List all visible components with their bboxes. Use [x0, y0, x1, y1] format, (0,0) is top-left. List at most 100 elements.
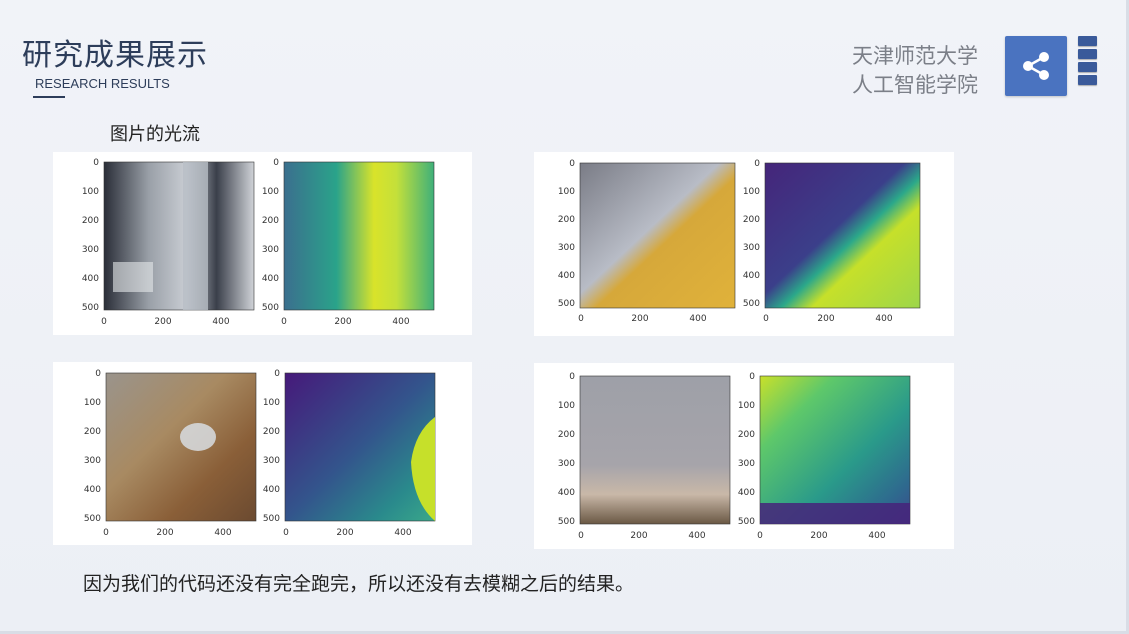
y-tick: 0	[274, 369, 280, 379]
y-tick: 400	[262, 274, 279, 284]
y-tick: 200	[738, 430, 755, 440]
panel-figure: 0 100 200 300 400 500 0 200 400 0 100 20…	[558, 159, 921, 324]
y-tick: 0	[749, 372, 755, 382]
x-tick: 0	[281, 317, 287, 327]
x-tick: 400	[868, 531, 885, 541]
x-tick: 0	[763, 314, 769, 324]
bar	[1078, 62, 1097, 72]
y-tick: 0	[93, 158, 99, 168]
x-tick: 400	[689, 314, 706, 324]
panel-top-left: 0 100 200 300 400 500 0 200 400 0 100 20…	[53, 152, 472, 335]
panel-bottom-right: 0 100 200 300 400 500 0 200 400 0 100 20…	[534, 363, 954, 549]
panel-figure: 0 100 200 300 400 500 0 200 400 0 100 20…	[558, 372, 911, 541]
bar	[1078, 49, 1097, 59]
x-tick: 0	[283, 528, 289, 538]
page-title: 研究成果展示	[22, 38, 208, 73]
y-tick: 500	[262, 303, 279, 313]
flow-image	[284, 372, 436, 522]
panel-figure: 0 100 200 300 400 500 0 200 400 0 100 20…	[82, 158, 435, 327]
y-tick: 100	[558, 401, 575, 411]
y-tick: 0	[273, 158, 279, 168]
input-image	[579, 162, 736, 309]
university-name: 天津师范大学 人工智能学院	[852, 42, 978, 100]
panel-bottom-left: 0 100 200 300 400 500 0 200 400 0 100 20…	[53, 362, 472, 545]
y-tick: 100	[743, 187, 760, 197]
y-tick: 500	[738, 517, 755, 527]
y-tick: 0	[569, 372, 575, 382]
x-tick: 400	[688, 531, 705, 541]
x-tick: 200	[631, 314, 648, 324]
y-tick: 500	[263, 514, 280, 524]
flow-image	[283, 161, 435, 311]
y-tick: 200	[84, 427, 101, 437]
y-tick: 100	[262, 187, 279, 197]
university-line-1: 天津师范大学	[852, 44, 978, 68]
x-tick: 400	[212, 317, 229, 327]
x-tick: 200	[810, 531, 827, 541]
bar	[1078, 75, 1097, 85]
input-image	[579, 375, 731, 525]
y-tick: 400	[738, 488, 755, 498]
y-tick: 500	[82, 303, 99, 313]
slide: 研究成果展示 RESEARCH RESULTS 天津师范大学 人工智能学院 图片…	[0, 0, 1129, 634]
title-underline	[33, 96, 65, 98]
x-tick: 400	[394, 528, 411, 538]
x-tick: 400	[392, 317, 409, 327]
y-tick: 200	[558, 430, 575, 440]
section-label: 图片的光流	[110, 124, 200, 145]
y-tick: 100	[558, 187, 575, 197]
decorative-bars	[1078, 36, 1097, 88]
y-tick: 0	[569, 159, 575, 169]
y-tick: 400	[82, 274, 99, 284]
panel-top-right: 0 100 200 300 400 500 0 200 400 0 100 20…	[534, 152, 954, 336]
y-tick: 300	[558, 243, 575, 253]
y-tick: 400	[263, 485, 280, 495]
y-tick: 0	[754, 159, 760, 169]
x-tick: 200	[336, 528, 353, 538]
x-tick: 400	[875, 314, 892, 324]
y-tick: 0	[95, 369, 101, 379]
x-tick: 200	[334, 317, 351, 327]
panel-figure: 0 100 200 300 400 500 0 200 400 0 100 20…	[84, 369, 436, 538]
x-tick: 0	[578, 531, 584, 541]
x-tick: 200	[817, 314, 834, 324]
footnote-text: 因为我们的代码还没有完全跑完，所以还没有去模糊之后的结果。	[83, 573, 635, 595]
y-tick: 200	[743, 215, 760, 225]
y-tick: 500	[84, 514, 101, 524]
y-tick: 100	[263, 398, 280, 408]
x-tick: 200	[154, 317, 171, 327]
share-icon	[1023, 52, 1049, 80]
x-tick: 0	[578, 314, 584, 324]
y-tick: 400	[558, 271, 575, 281]
y-tick: 100	[738, 401, 755, 411]
y-tick: 500	[743, 299, 760, 309]
y-tick: 300	[262, 245, 279, 255]
x-tick: 200	[630, 531, 647, 541]
y-tick: 200	[558, 215, 575, 225]
x-tick: 0	[101, 317, 107, 327]
y-tick: 400	[743, 271, 760, 281]
share-button[interactable]	[1005, 36, 1067, 96]
y-tick: 300	[743, 243, 760, 253]
y-tick: 500	[558, 517, 575, 527]
university-line-2: 人工智能学院	[852, 73, 978, 97]
y-tick: 200	[263, 427, 280, 437]
y-tick: 300	[82, 245, 99, 255]
x-tick: 400	[214, 528, 231, 538]
x-tick: 0	[757, 531, 763, 541]
y-tick: 100	[82, 187, 99, 197]
x-tick: 200	[156, 528, 173, 538]
y-tick: 300	[738, 459, 755, 469]
y-tick: 300	[263, 456, 280, 466]
y-tick: 200	[262, 216, 279, 226]
y-tick: 300	[84, 456, 101, 466]
y-tick: 200	[82, 216, 99, 226]
input-image	[105, 372, 257, 522]
y-tick: 300	[558, 459, 575, 469]
x-tick: 0	[103, 528, 109, 538]
page-subtitle: RESEARCH RESULTS	[35, 76, 170, 91]
y-tick: 100	[84, 398, 101, 408]
flow-image	[764, 162, 921, 309]
y-tick: 400	[558, 488, 575, 498]
flow-image	[759, 375, 911, 525]
